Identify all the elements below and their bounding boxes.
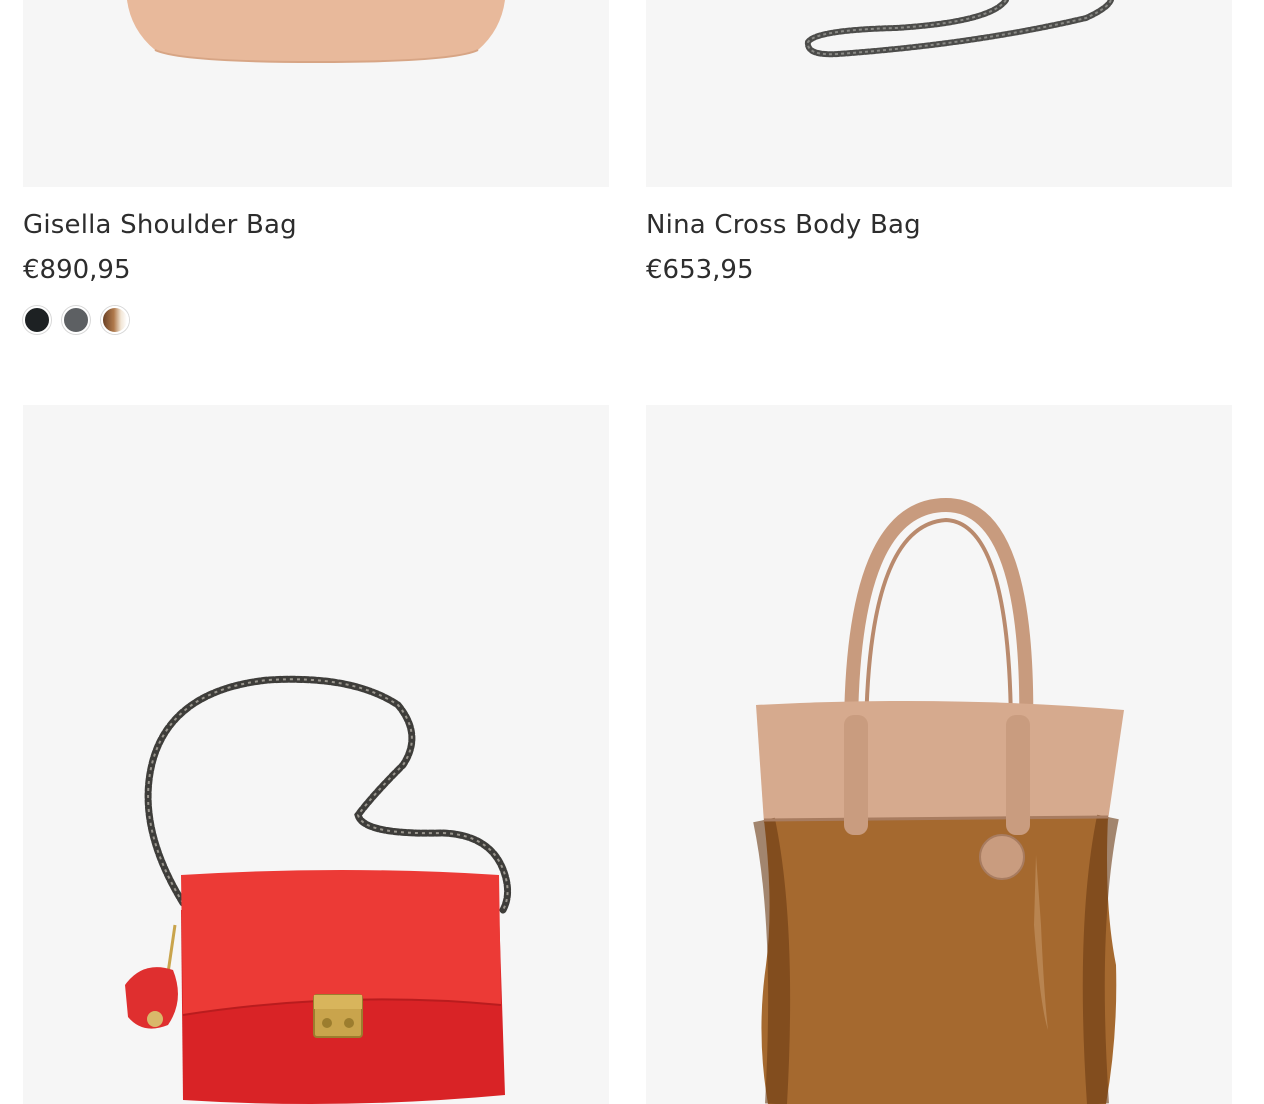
beige-shoulder-bag-image	[127, 0, 505, 64]
red-bag-image	[125, 675, 512, 1104]
product-card[interactable]: Nina Cross Body Bag €653,95	[646, 0, 1232, 285]
product-card[interactable]	[646, 405, 1232, 1104]
product-title[interactable]: Nina Cross Body Bag	[646, 210, 921, 240]
swatch-grey[interactable]	[62, 306, 90, 334]
product-image[interactable]	[646, 0, 1232, 187]
product-price: €890,95	[23, 255, 131, 285]
product-image[interactable]	[23, 0, 609, 187]
swatch-black[interactable]	[23, 306, 51, 334]
fur-tote-bag-image	[753, 497, 1124, 1104]
product-card[interactable]: Gisella Shoulder Bag €890,95	[23, 0, 609, 334]
product-price: €653,95	[646, 255, 754, 285]
color-swatches	[23, 306, 129, 334]
swatch-brown-fur[interactable]	[101, 306, 129, 334]
product-card[interactable]	[23, 405, 609, 1104]
product-title[interactable]: Gisella Shoulder Bag	[23, 210, 297, 240]
chain-strap-image	[804, 0, 1114, 58]
product-image[interactable]	[646, 405, 1232, 1104]
product-image[interactable]	[23, 405, 609, 1104]
